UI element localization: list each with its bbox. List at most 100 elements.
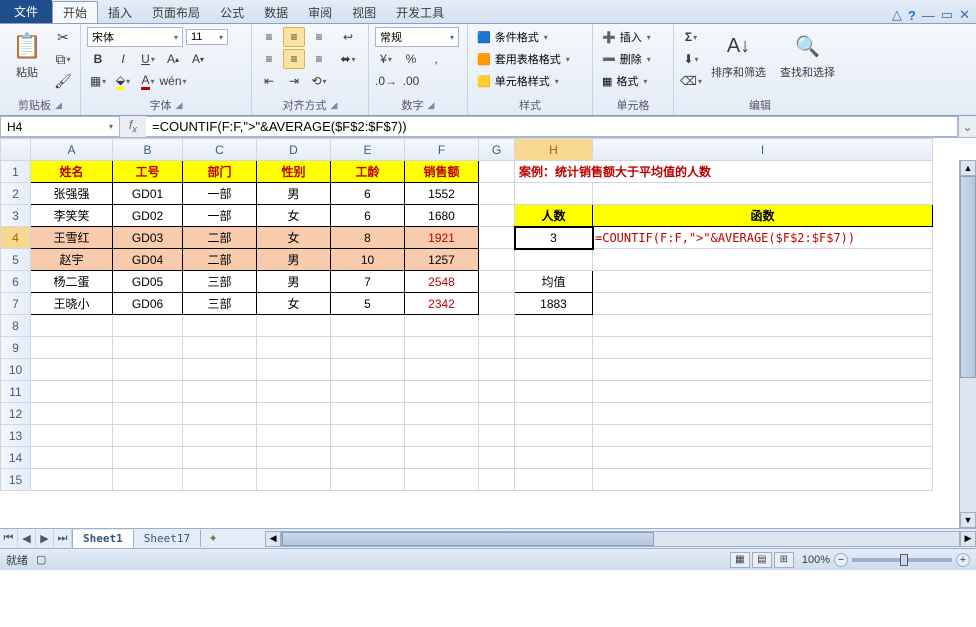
cell[interactable] — [479, 271, 515, 293]
scroll-left-icon[interactable]: ◀ — [265, 531, 281, 547]
cell[interactable] — [183, 359, 257, 381]
cell[interactable]: GD03 — [113, 227, 183, 249]
increase-decimal-button[interactable]: .0→ — [375, 71, 397, 91]
clipboard-dialog-icon[interactable]: ◢ — [55, 100, 62, 111]
cell[interactable] — [183, 447, 257, 469]
col-C[interactable]: C — [183, 139, 257, 161]
cell[interactable] — [515, 469, 593, 491]
cell[interactable]: 6 — [331, 205, 405, 227]
cell[interactable] — [479, 249, 515, 271]
cell[interactable]: 案例：统计销售额大于平均值的人数 — [515, 161, 933, 183]
cell[interactable]: 1680 — [405, 205, 479, 227]
cell[interactable]: 10 — [331, 249, 405, 271]
macro-record-icon[interactable]: ▢ — [36, 553, 46, 566]
cell[interactable]: 1552 — [405, 183, 479, 205]
merge-button[interactable]: ⬌▾ — [334, 49, 362, 69]
row-header[interactable]: 15 — [1, 469, 31, 491]
cell[interactable] — [479, 425, 515, 447]
cell[interactable]: 1921 — [405, 227, 479, 249]
row-header[interactable]: 1 — [1, 161, 31, 183]
cell[interactable]: 5 — [331, 293, 405, 315]
cell[interactable] — [331, 403, 405, 425]
zoom-value[interactable]: 100% — [802, 554, 830, 566]
cut-button[interactable]: ✂ — [52, 27, 74, 47]
cell[interactable] — [515, 183, 593, 205]
tab-file[interactable]: 文件 — [0, 0, 52, 23]
cell[interactable]: 人数 — [515, 205, 593, 227]
cell[interactable] — [479, 161, 515, 183]
cell[interactable] — [257, 381, 331, 403]
cell[interactable]: 7 — [331, 271, 405, 293]
cell[interactable] — [183, 315, 257, 337]
cell[interactable]: 女 — [257, 293, 331, 315]
cell[interactable] — [593, 183, 933, 205]
cell[interactable] — [257, 315, 331, 337]
decrease-decimal-button[interactable]: .00 — [400, 71, 422, 91]
row-header[interactable]: 5 — [1, 249, 31, 271]
cell[interactable] — [31, 337, 113, 359]
zoom-out-button[interactable]: − — [834, 553, 848, 567]
cell[interactable]: 赵宇 — [31, 249, 113, 271]
tab-view[interactable]: 视图 — [342, 1, 386, 23]
align-center-button[interactable]: ≡ — [283, 49, 305, 69]
cell[interactable] — [479, 337, 515, 359]
cell[interactable] — [593, 337, 933, 359]
cell[interactable]: 二部 — [183, 249, 257, 271]
cell[interactable] — [593, 315, 933, 337]
cell[interactable] — [31, 469, 113, 491]
cell[interactable]: 工号 — [113, 161, 183, 183]
row-header[interactable]: 11 — [1, 381, 31, 403]
col-B[interactable]: B — [113, 139, 183, 161]
sheet-last-icon[interactable]: ⏭ — [54, 529, 72, 549]
cell[interactable] — [479, 315, 515, 337]
cell[interactable]: 女 — [257, 227, 331, 249]
formula-input[interactable] — [146, 116, 958, 137]
zoom-in-button[interactable]: + — [956, 553, 970, 567]
table-format-button[interactable]: 🟧套用表格格式▾ — [474, 49, 586, 69]
cell[interactable] — [479, 469, 515, 491]
cell[interactable]: 姓名 — [31, 161, 113, 183]
format-cells-button[interactable]: ▦格式▾ — [599, 71, 667, 91]
fx-button[interactable]: fx — [124, 118, 142, 135]
cell[interactable]: 性别 — [257, 161, 331, 183]
cell[interactable] — [331, 381, 405, 403]
help-icon[interactable]: ? — [908, 8, 916, 23]
tab-home[interactable]: 开始 — [52, 1, 98, 23]
cell[interactable] — [479, 403, 515, 425]
vertical-scrollbar[interactable]: ▲ ▼ — [959, 160, 976, 528]
cell[interactable]: 工龄 — [331, 161, 405, 183]
cell[interactable]: 函数 — [593, 205, 933, 227]
comma-button[interactable]: , — [425, 49, 447, 69]
italic-button[interactable]: I — [112, 49, 134, 69]
underline-button[interactable]: U▾ — [137, 49, 159, 69]
cell[interactable] — [515, 425, 593, 447]
row-header[interactable]: 13 — [1, 425, 31, 447]
cell[interactable]: 3 — [515, 227, 593, 249]
view-layout-icon[interactable]: ▤ — [752, 552, 772, 568]
cell[interactable]: 杨二蛋 — [31, 271, 113, 293]
cell[interactable]: 一部 — [183, 205, 257, 227]
cell[interactable] — [31, 425, 113, 447]
cell[interactable] — [593, 403, 933, 425]
cell[interactable] — [479, 293, 515, 315]
cell[interactable] — [331, 359, 405, 381]
cell[interactable] — [405, 315, 479, 337]
phonetic-button[interactable]: wén▾ — [162, 71, 184, 91]
row-header[interactable]: 14 — [1, 447, 31, 469]
cell[interactable] — [183, 403, 257, 425]
cell[interactable] — [405, 403, 479, 425]
col-G[interactable]: G — [479, 139, 515, 161]
cell[interactable] — [479, 447, 515, 469]
cell[interactable] — [479, 183, 515, 205]
cell[interactable] — [405, 337, 479, 359]
cell[interactable] — [405, 381, 479, 403]
cell[interactable]: 三部 — [183, 293, 257, 315]
cell[interactable]: 女 — [257, 205, 331, 227]
col-I[interactable]: I — [593, 139, 933, 161]
clear-button[interactable]: ⌫▾ — [680, 71, 702, 91]
cell[interactable] — [113, 425, 183, 447]
cell[interactable] — [113, 315, 183, 337]
cell[interactable] — [183, 381, 257, 403]
zoom-knob[interactable] — [900, 554, 908, 566]
col-E[interactable]: E — [331, 139, 405, 161]
